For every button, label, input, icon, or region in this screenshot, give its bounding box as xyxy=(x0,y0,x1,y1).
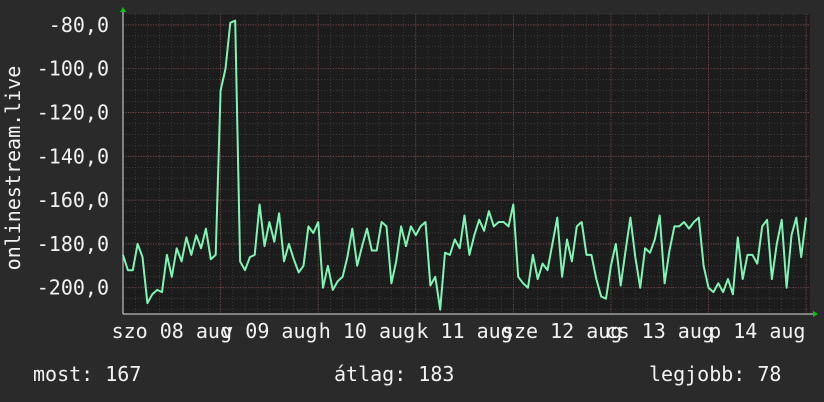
x-tick-label: v 09 aug xyxy=(221,319,317,343)
x-tick-label: szo 08 aug xyxy=(112,319,232,343)
y-tick-label: -100,0 xyxy=(37,57,109,81)
x-tick-label: h 10 aug xyxy=(319,319,415,343)
y-tick-label: -200,0 xyxy=(37,276,109,300)
x-axis-arrow xyxy=(813,311,818,317)
y-tick-label: -120,0 xyxy=(37,101,109,125)
y-tick-label: -180,0 xyxy=(37,232,109,256)
x-tick-label: k 11 aug xyxy=(416,319,512,343)
x-tick-label: sze 12 aug xyxy=(502,319,622,343)
y-tick-label: -160,0 xyxy=(37,188,109,212)
stat-current: most: 167 xyxy=(33,362,142,386)
stat-best: legjobb: 78 xyxy=(649,362,782,386)
y-tick-label: -80,0 xyxy=(49,13,109,37)
stat-average: átlag: 183 xyxy=(334,362,455,386)
y-axis-label: onlinestream.live xyxy=(1,65,25,271)
y-tick-label: -140,0 xyxy=(37,144,109,168)
y-axis-arrow xyxy=(120,7,126,12)
chart-canvas: -80,0 -100,0 -120,0 -140,0 -160,0 -180,0 -200,… xyxy=(37,7,818,343)
x-tick-label: cs 13 aug xyxy=(606,319,714,343)
x-tick-label: p 14 aug xyxy=(709,319,805,343)
